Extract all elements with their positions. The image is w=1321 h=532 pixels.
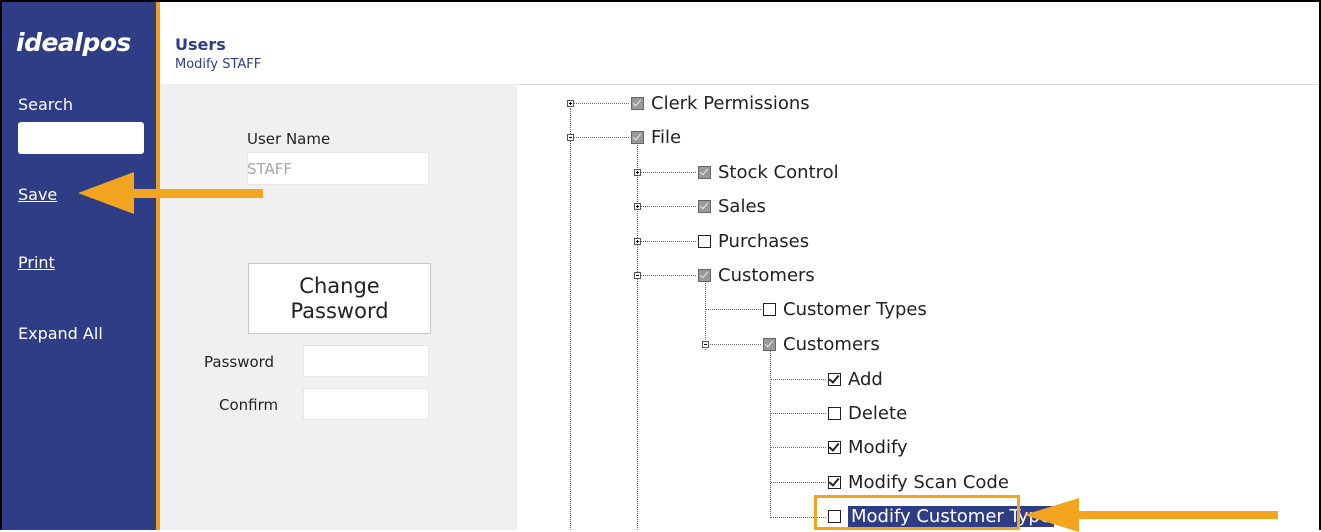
tree-connector — [771, 447, 826, 448]
item-pointer-arrow-icon — [1024, 498, 1278, 532]
expand-all-button[interactable]: Expand All — [18, 324, 103, 343]
page-subtitle: Modify STAFF — [175, 57, 262, 72]
change-password-label-line1: Change — [299, 273, 380, 298]
tree-item-modify[interactable]: Modify — [828, 434, 908, 460]
expand-toggle-icon[interactable] — [634, 238, 641, 245]
checkbox-icon[interactable] — [828, 475, 841, 489]
tree-connector — [639, 206, 696, 207]
app-logo: idealpos — [16, 28, 131, 57]
checkbox-icon[interactable] — [828, 406, 841, 420]
collapse-toggle-icon[interactable] — [567, 134, 574, 141]
collapse-toggle-icon[interactable] — [634, 272, 641, 279]
tree-connector — [639, 172, 696, 173]
expand-toggle-icon[interactable] — [634, 203, 641, 210]
search-label: Search — [18, 95, 73, 114]
confirm-password-field[interactable] — [303, 388, 429, 420]
tree-item-label: Modify Scan Code — [848, 471, 1009, 493]
print-button[interactable]: Print — [18, 253, 55, 272]
user-name-label: User Name — [247, 130, 331, 148]
checkbox-icon[interactable] — [631, 130, 644, 144]
tree-item-label: Add — [848, 368, 883, 390]
print-label: Print — [18, 253, 55, 272]
tree-item-label: Customers — [718, 264, 815, 286]
checkbox-icon[interactable] — [698, 234, 711, 248]
tree-item-label: Sales — [718, 195, 766, 217]
search-input[interactable] — [18, 122, 144, 154]
tree-connector — [706, 344, 761, 345]
page-title: Users — [175, 35, 226, 54]
tree-item-label: Customers — [783, 333, 880, 355]
checkbox-icon[interactable] — [631, 96, 644, 110]
expand-toggle-icon[interactable] — [634, 169, 641, 176]
checkbox-icon[interactable] — [763, 302, 776, 316]
tree-connector — [705, 280, 706, 350]
confirm-label: Confirm — [219, 396, 279, 414]
tree-item-add[interactable]: Add — [828, 366, 883, 392]
tree-connector — [570, 108, 571, 530]
tree-item-file[interactable]: File — [631, 124, 681, 150]
checkbox-icon[interactable] — [828, 440, 841, 454]
tree-item-label: Delete — [848, 402, 908, 424]
tree-item-delete[interactable]: Delete — [828, 400, 907, 426]
save-button[interactable]: Save — [18, 185, 57, 204]
change-password-button[interactable]: Change Password — [248, 263, 431, 334]
tree-item-label: File — [651, 126, 682, 148]
checkbox-icon[interactable] — [828, 372, 841, 386]
tree-connector — [770, 350, 771, 518]
header — [160, 2, 1319, 84]
tree-item-label: Clerk Permissions — [651, 92, 810, 114]
tree-item-label: Stock Control — [718, 161, 839, 183]
save-pointer-arrow-icon — [78, 172, 263, 214]
save-label: Save — [18, 185, 58, 204]
expand-toggle-icon[interactable] — [567, 100, 574, 107]
tree-item-stock-control[interactable]: Stock Control — [698, 159, 839, 185]
checkbox-icon[interactable] — [763, 337, 776, 351]
checkbox-icon[interactable] — [698, 268, 711, 282]
checkbox-icon[interactable] — [698, 165, 711, 179]
tree-connector — [572, 103, 629, 104]
tree-item-modify-scan-code[interactable]: Modify Scan Code — [828, 469, 1009, 495]
tree-connector — [572, 137, 629, 138]
checkbox-icon[interactable] — [698, 199, 711, 213]
tree-connector — [771, 379, 826, 380]
tree-connector — [771, 482, 826, 483]
tree-item-clerk-permissions[interactable]: Clerk Permissions — [631, 90, 810, 116]
tree-item-customer-types[interactable]: Customer Types — [763, 296, 927, 322]
password-label: Password — [204, 353, 275, 371]
tree-item-customers[interactable]: Customers — [763, 331, 880, 357]
collapse-toggle-icon[interactable] — [702, 341, 709, 348]
tree-item-label: Customer Types — [783, 298, 927, 320]
tree-item-label: Modify — [848, 436, 908, 458]
tree-connector — [639, 241, 696, 242]
tree-connector — [637, 142, 638, 530]
change-password-label-line2: Password — [290, 298, 389, 323]
tree-item-customers-group[interactable]: Customers — [698, 262, 815, 288]
password-field[interactable] — [303, 345, 429, 377]
tree-item-label: Purchases — [718, 230, 810, 252]
tree-item-sales[interactable]: Sales — [698, 193, 766, 219]
tree-item-purchases[interactable]: Purchases — [698, 228, 809, 254]
tree-connector — [706, 309, 761, 310]
highlight-box — [814, 495, 1020, 530]
tree-connector — [771, 413, 826, 414]
tree-connector — [639, 275, 696, 276]
tree-top-border — [517, 84, 1319, 85]
